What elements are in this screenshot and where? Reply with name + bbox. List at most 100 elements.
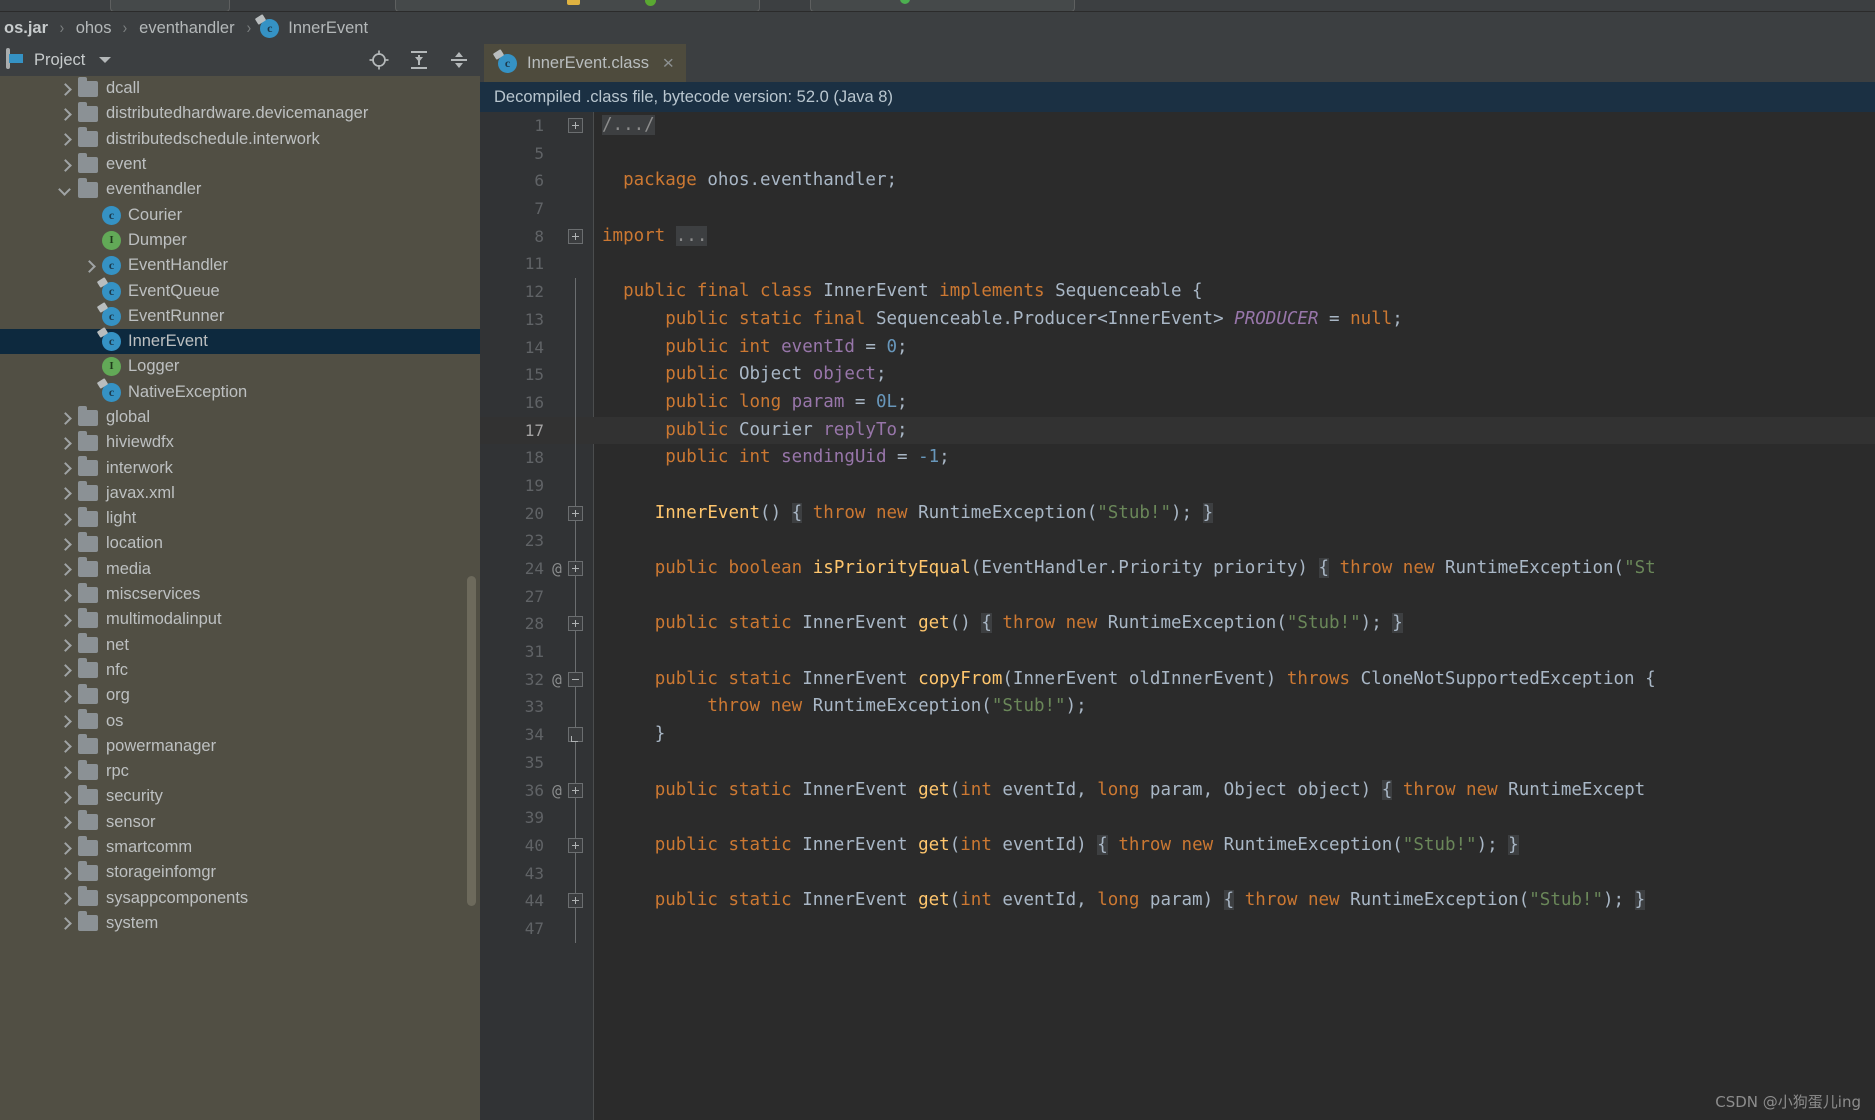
toolbar-chip-3[interactable] bbox=[810, 0, 1075, 11]
code-line[interactable]: 44 public static InnerEvent get(int even… bbox=[480, 887, 1875, 915]
code-line[interactable]: 5 bbox=[480, 140, 1875, 168]
tree-item-storageinfomgr[interactable]: storageinfomgr bbox=[0, 860, 480, 885]
code-line[interactable]: 28 public static InnerEvent get() { thro… bbox=[480, 610, 1875, 639]
tree-item-sensor[interactable]: sensor bbox=[0, 810, 480, 835]
tree-item-interwork[interactable]: interwork bbox=[0, 455, 480, 480]
code-line[interactable]: 6 package ohos.eventhandler; bbox=[480, 167, 1875, 195]
fold-expand-icon[interactable] bbox=[568, 837, 583, 853]
fold-collapse-icon[interactable] bbox=[568, 671, 583, 687]
tree-item-logger[interactable]: Logger bbox=[0, 354, 480, 379]
code-line[interactable]: 43 bbox=[480, 859, 1875, 888]
tree-item-smartcomm[interactable]: smartcomm bbox=[0, 835, 480, 860]
code-line[interactable]: 14 public int eventId = 0; bbox=[480, 333, 1875, 362]
tree-item-dumper[interactable]: Dumper bbox=[0, 228, 480, 253]
code-line[interactable]: 17 public Courier replyTo; bbox=[480, 416, 1875, 445]
fold-expand-icon[interactable] bbox=[568, 561, 583, 576]
code-line[interactable]: 36 @ public static InnerEvent get(int eve… bbox=[480, 776, 1875, 805]
code-line[interactable]: 31 bbox=[480, 638, 1875, 666]
fold-expand-icon[interactable] bbox=[568, 118, 583, 133]
code-line[interactable]: 1 /.../ bbox=[480, 112, 1875, 140]
tree-item-sysappcomponents[interactable]: sysappcomponents bbox=[0, 886, 480, 911]
expand-all-icon[interactable] bbox=[408, 49, 430, 71]
chevron-right-icon[interactable] bbox=[58, 739, 72, 753]
tree-item-light[interactable]: light bbox=[0, 506, 480, 531]
chevron-right-icon[interactable] bbox=[58, 613, 72, 627]
fold-expand-icon[interactable] bbox=[568, 893, 583, 909]
tree-item-dcall[interactable]: dcall bbox=[0, 76, 480, 101]
chevron-right-icon[interactable] bbox=[58, 537, 72, 551]
project-tree[interactable]: dcall distributedhardware.devicemanager di… bbox=[0, 76, 480, 1120]
breadcrumb-item-jar[interactable]: os.jar bbox=[2, 19, 50, 38]
tree-item-event[interactable]: event bbox=[0, 152, 480, 177]
code-line[interactable]: 15 public Object object; bbox=[480, 361, 1875, 389]
code-area[interactable]: 1 /.../ 5 6 package ohos.eventhandler; 7 8 imp… bbox=[480, 112, 1875, 1120]
tree-item-org[interactable]: org bbox=[0, 683, 480, 708]
fold-expand-icon[interactable] bbox=[568, 228, 583, 244]
tree-item-hiviewdfx[interactable]: hiviewdfx bbox=[0, 430, 480, 455]
chevron-right-icon[interactable] bbox=[58, 436, 72, 450]
chevron-right-icon[interactable] bbox=[58, 663, 72, 677]
chevron-down-icon[interactable] bbox=[58, 183, 72, 197]
tree-item-security[interactable]: security bbox=[0, 784, 480, 809]
chevron-right-icon[interactable] bbox=[58, 815, 72, 829]
chevron-right-icon[interactable] bbox=[58, 107, 72, 121]
tree-item-net[interactable]: net bbox=[0, 633, 480, 658]
tree-item-eventqueue[interactable]: EventQueue bbox=[0, 278, 480, 303]
code-line[interactable]: 11 bbox=[480, 250, 1875, 278]
chevron-right-icon[interactable] bbox=[58, 512, 72, 526]
code-line[interactable]: 7 bbox=[480, 195, 1875, 223]
chevron-right-icon[interactable] bbox=[58, 588, 72, 602]
code-line[interactable]: 16 public long param = 0L; bbox=[480, 388, 1875, 417]
breadcrumb-item-class[interactable]: InnerEvent bbox=[260, 18, 370, 38]
tree-item-innerevent[interactable]: InnerEvent bbox=[0, 328, 480, 355]
tree-item-location[interactable]: location bbox=[0, 531, 480, 556]
code-line[interactable]: 34 } bbox=[480, 721, 1875, 749]
chevron-right-icon[interactable] bbox=[58, 562, 72, 576]
chevron-down-icon[interactable] bbox=[99, 57, 112, 63]
code-line[interactable]: 23 bbox=[480, 527, 1875, 555]
code-line[interactable]: 13 public static final Sequenceable.Prod… bbox=[480, 305, 1875, 334]
chevron-right-icon[interactable] bbox=[58, 891, 72, 905]
code-line[interactable]: 27 bbox=[480, 582, 1875, 611]
tree-item-rpc[interactable]: rpc bbox=[0, 759, 480, 784]
override-annotation-marker[interactable]: @ bbox=[548, 666, 566, 694]
breadcrumb-item-eventhandler[interactable]: eventhandler bbox=[137, 19, 236, 38]
code-line[interactable]: 32 @ public static InnerEvent copyFrom(In… bbox=[480, 665, 1875, 694]
chevron-right-icon[interactable] bbox=[58, 916, 72, 930]
tree-item-miscservices[interactable]: miscservices bbox=[0, 582, 480, 607]
override-annotation-marker[interactable]: @ bbox=[548, 555, 566, 583]
chevron-right-icon[interactable] bbox=[58, 841, 72, 855]
fold-expand-icon[interactable] bbox=[568, 505, 583, 521]
code-line[interactable]: 20 InnerEvent() { throw new RuntimeExcep… bbox=[480, 499, 1875, 528]
code-line[interactable]: 47 bbox=[480, 914, 1875, 943]
fold-end-icon[interactable] bbox=[568, 727, 583, 743]
tree-item-global[interactable]: global bbox=[0, 405, 480, 430]
tree-item-system[interactable]: system bbox=[0, 911, 480, 936]
tree-item-eventrunner[interactable]: EventRunner bbox=[0, 304, 480, 329]
chevron-right-icon[interactable] bbox=[58, 158, 72, 172]
tree-item-eventhandler[interactable]: EventHandler bbox=[0, 253, 480, 278]
chevron-right-icon[interactable] bbox=[58, 790, 72, 804]
tree-item-distributedschedule-interwork[interactable]: distributedschedule.interwork bbox=[0, 127, 480, 152]
fold-expand-icon[interactable] bbox=[568, 616, 583, 632]
code-line[interactable]: 35 bbox=[480, 748, 1875, 777]
chevron-right-icon[interactable] bbox=[82, 259, 96, 273]
chevron-right-icon[interactable] bbox=[58, 82, 72, 96]
code-line[interactable]: 40 public static InnerEvent get(int even… bbox=[480, 831, 1875, 860]
tree-item-nfc[interactable]: nfc bbox=[0, 658, 480, 683]
chevron-right-icon[interactable] bbox=[58, 765, 72, 779]
tree-item-media[interactable]: media bbox=[0, 557, 480, 582]
editor-tab-innerevent[interactable]: InnerEvent.class × bbox=[484, 44, 686, 82]
chevron-right-icon[interactable] bbox=[58, 866, 72, 880]
chevron-right-icon[interactable] bbox=[58, 461, 72, 475]
chevron-right-icon[interactable] bbox=[58, 132, 72, 146]
close-icon[interactable]: × bbox=[662, 54, 674, 72]
tree-item-courier[interactable]: Courier bbox=[0, 202, 480, 227]
chevron-right-icon[interactable] bbox=[58, 638, 72, 652]
tree-scrollbar[interactable] bbox=[467, 576, 476, 906]
code-content[interactable]: 1 /.../ 5 6 package ohos.eventhandler; 7 8 imp… bbox=[480, 112, 1875, 943]
breadcrumb-item-ohos[interactable]: ohos bbox=[74, 19, 114, 38]
code-line[interactable]: 18 public int sendingUid = -1; bbox=[480, 444, 1875, 472]
code-line[interactable]: 8 import ... bbox=[480, 223, 1875, 251]
tree-item-os[interactable]: os bbox=[0, 708, 480, 733]
